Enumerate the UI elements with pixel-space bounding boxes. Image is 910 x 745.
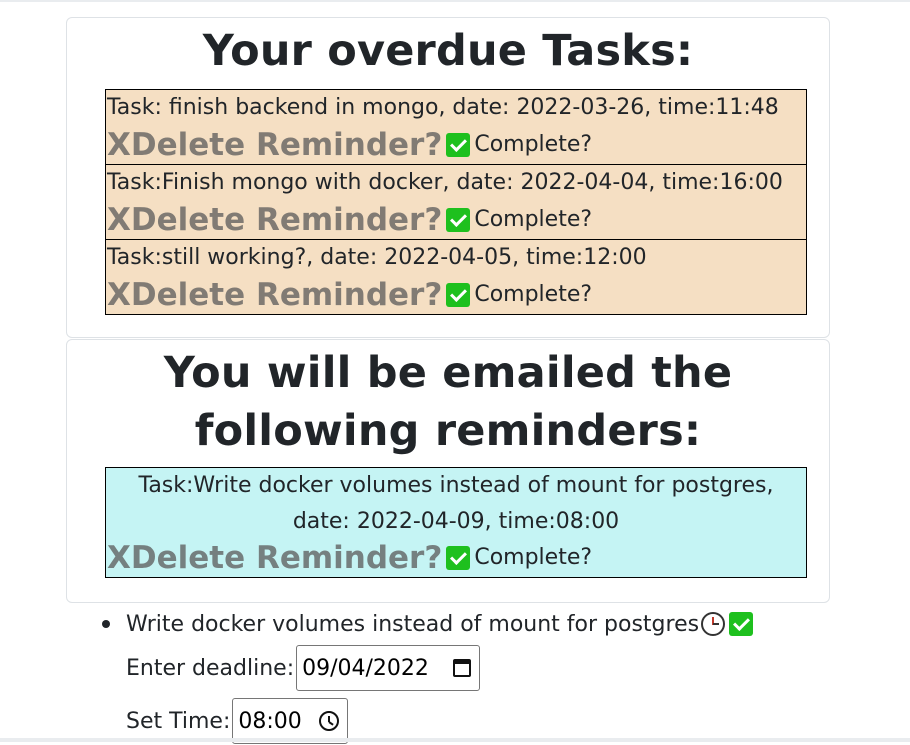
task-actions: XDelete Reminder? Complete? <box>106 201 806 239</box>
task-text: Task:Write docker volumes instead of mou… <box>138 473 774 534</box>
overdue-task: Task:still working?, date: 2022-04-05, t… <box>105 239 807 315</box>
overdue-task: Task:Finish mongo with docker, date: 202… <box>105 164 807 240</box>
check-icon[interactable] <box>729 612 754 636</box>
todo-line: Write docker volumes instead of mount fo… <box>126 604 862 644</box>
task-text: Task:still working?, date: 2022-04-05, t… <box>107 245 647 270</box>
overdue-tasks-card: Your overdue Tasks: Task: finish backend… <box>66 17 830 338</box>
clock-icon[interactable] <box>701 612 726 636</box>
task-actions: XDelete Reminder? Complete? <box>106 539 592 577</box>
complete-label: Complete? <box>474 132 593 157</box>
delete-reminder-button[interactable]: XDelete Reminder? <box>107 539 442 577</box>
check-icon[interactable] <box>446 546 471 570</box>
check-icon[interactable] <box>446 133 471 157</box>
time-picker-clock-icon[interactable] <box>319 711 340 731</box>
bottom-border <box>0 738 910 742</box>
overdue-title: Your overdue Tasks: <box>202 26 694 76</box>
reminder-task: Task:Write docker volumes instead of mou… <box>105 467 807 578</box>
task-actions: XDelete Reminder? Complete? <box>106 126 806 164</box>
list-item: Write docker volumes instead of mount fo… <box>102 604 862 745</box>
todo-list: Write docker volumes instead of mount fo… <box>102 604 862 745</box>
reminders-card: You will be emailed the following remind… <box>66 339 830 603</box>
top-border <box>0 0 910 2</box>
check-icon[interactable] <box>446 208 471 232</box>
complete-label: Complete? <box>474 282 593 307</box>
task-text: Task:Finish mongo with docker, date: 202… <box>107 170 783 195</box>
todo-text: Write docker volumes instead of mount fo… <box>126 611 700 637</box>
delete-reminder-button[interactable]: XDelete Reminder? <box>107 201 442 239</box>
complete-label: Complete? <box>474 207 593 232</box>
bullet-icon <box>102 620 110 628</box>
task-text: Task: finish backend in mongo, date: 202… <box>107 95 779 120</box>
delete-reminder-button[interactable]: XDelete Reminder? <box>107 276 442 314</box>
time-value: 08:00 <box>238 708 302 734</box>
deadline-value: 09/04/2022 <box>302 655 429 681</box>
deadline-date-input[interactable]: 09/04/2022 <box>296 645 481 691</box>
check-icon[interactable] <box>446 283 471 307</box>
calendar-icon[interactable] <box>453 659 472 677</box>
complete-label: Complete? <box>474 545 593 570</box>
reminders-title: You will be emailed the following remind… <box>163 348 733 456</box>
task-actions: XDelete Reminder? Complete? <box>106 276 806 314</box>
overdue-task: Task: finish backend in mongo, date: 202… <box>105 89 807 165</box>
deadline-label: Enter deadline: <box>126 655 295 681</box>
deadline-row: Enter deadline: 09/04/2022 <box>126 644 862 692</box>
time-label: Set Time: <box>126 708 231 734</box>
delete-reminder-button[interactable]: XDelete Reminder? <box>107 126 442 164</box>
